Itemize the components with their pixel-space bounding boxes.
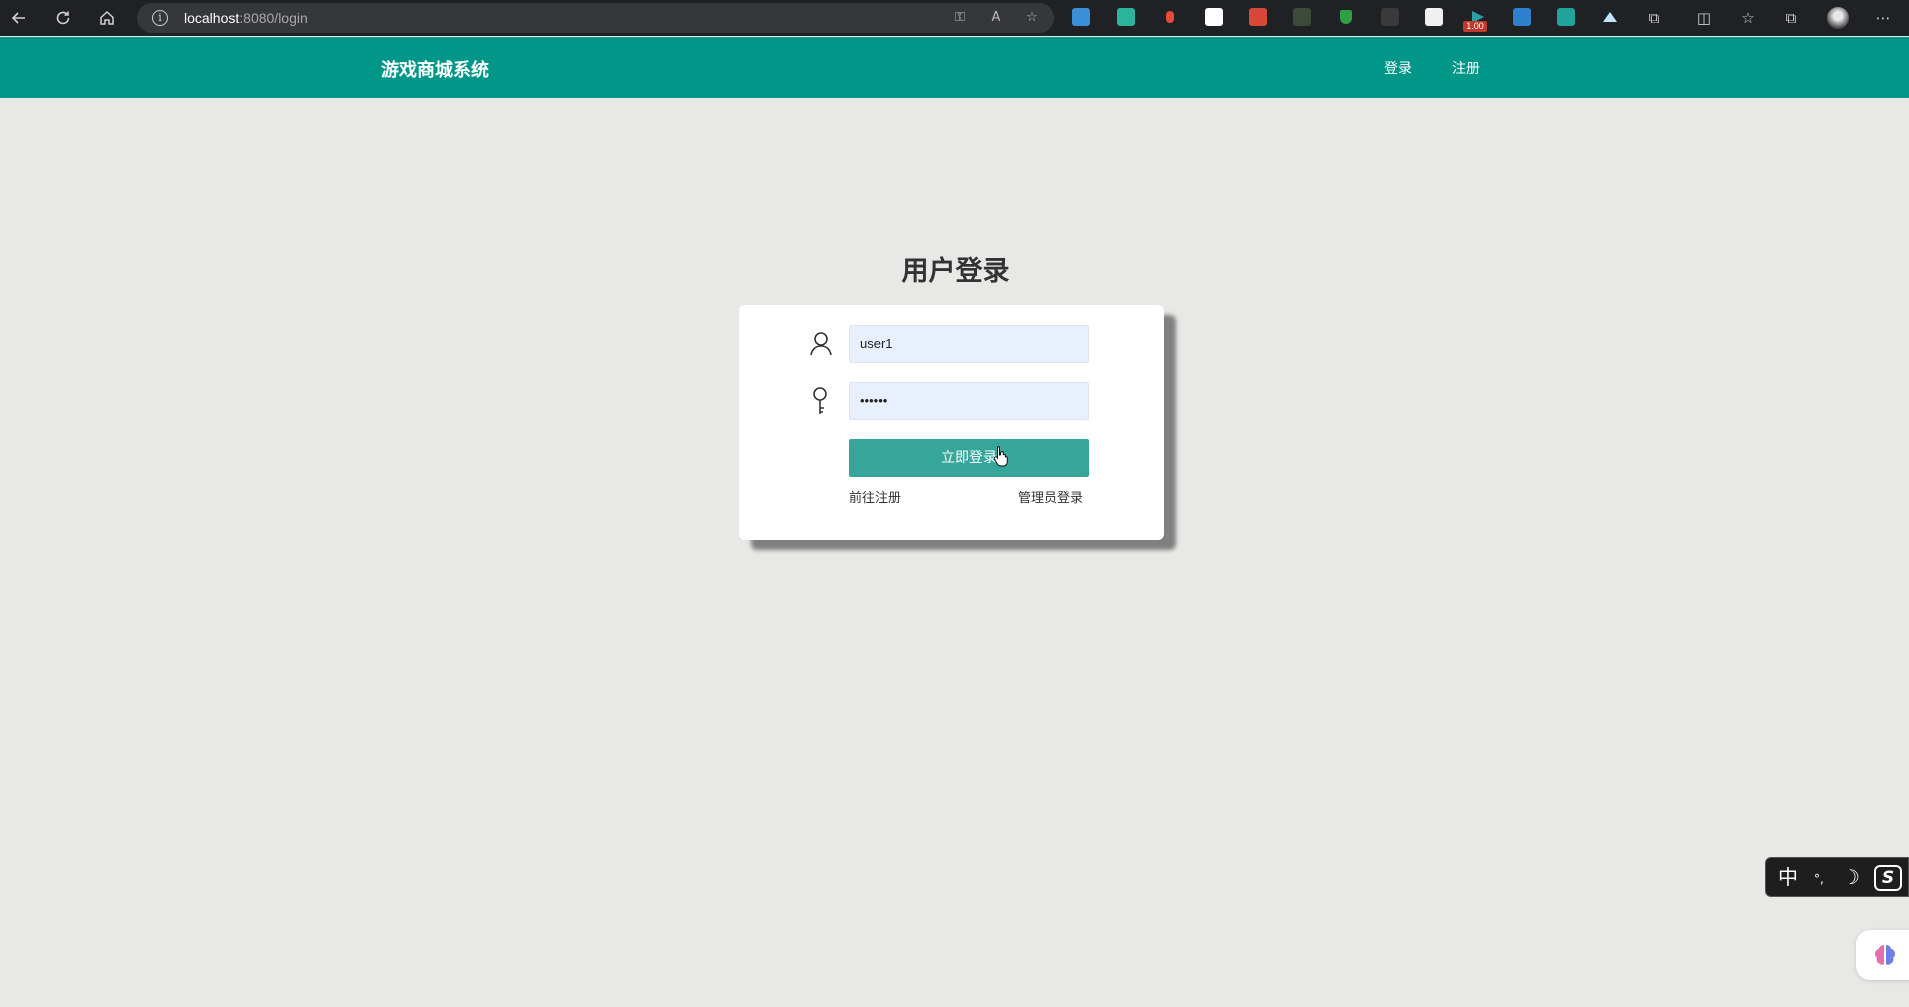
extensions-puzzle-icon[interactable]: ⧉: [1642, 6, 1666, 30]
browser-toolbar: i localhost:8080/login ⚿ A ☆ 1.00 ⧉ ◫ ☆ …: [0, 0, 1909, 36]
user-icon: [808, 330, 834, 360]
extension-shield-icon[interactable]: [1337, 8, 1355, 26]
favorite-star-icon[interactable]: ☆: [1022, 8, 1042, 28]
username-input[interactable]: user1: [849, 325, 1089, 363]
split-screen-icon[interactable]: ◫: [1692, 6, 1716, 30]
extension-pepper-icon[interactable]: [1161, 8, 1179, 26]
collections-icon[interactable]: ⧉: [1779, 6, 1803, 30]
login-card: user1 •••••• 立即登录 前往注册 管理员登录: [739, 305, 1164, 540]
extension-doc-icon[interactable]: [1293, 8, 1311, 26]
site-brand[interactable]: 游戏商城系统: [381, 56, 489, 82]
more-menu-icon[interactable]: ⋯: [1871, 6, 1895, 30]
extension-chart-icon[interactable]: [1513, 8, 1531, 26]
site-info-icon[interactable]: i: [152, 10, 168, 26]
extension-face-icon[interactable]: [1205, 8, 1223, 26]
hand-cursor-icon: [993, 445, 1009, 467]
ime-toolbar[interactable]: 中 °, ☽ S: [1765, 857, 1909, 897]
nav-register-link[interactable]: 注册: [1452, 58, 1480, 78]
back-icon[interactable]: [7, 6, 31, 30]
login-title: 用户登录: [901, 256, 1010, 287]
url-text[interactable]: localhost:8080/login: [184, 10, 308, 26]
extension-copy-icon[interactable]: [1381, 8, 1399, 26]
extension-mountain-icon[interactable]: [1601, 8, 1619, 26]
ime-punctuation-toggle[interactable]: °,: [1814, 868, 1824, 890]
login-submit-button[interactable]: 立即登录: [849, 439, 1089, 477]
assistant-brain-button[interactable]: [1856, 930, 1909, 980]
extension-discount-icon[interactable]: [1249, 8, 1267, 26]
home-icon[interactable]: [95, 6, 119, 30]
nav-login-link[interactable]: 登录: [1384, 58, 1412, 78]
brain-icon: [1875, 945, 1895, 965]
sogou-logo-icon[interactable]: S: [1874, 865, 1902, 891]
profile-avatar[interactable]: [1827, 7, 1849, 29]
password-input[interactable]: ••••••: [849, 382, 1089, 420]
register-link[interactable]: 前往注册: [849, 487, 901, 506]
extension-badge: 1.00: [1463, 21, 1487, 32]
app-header: 游戏商城系统 登录 注册: [0, 37, 1909, 98]
extension-clock-icon[interactable]: [1425, 8, 1443, 26]
moon-icon[interactable]: ☽: [1842, 866, 1860, 888]
admin-login-link[interactable]: 管理员登录: [1018, 487, 1083, 506]
favorites-icon[interactable]: ☆: [1736, 6, 1760, 30]
address-bar[interactable]: i localhost:8080/login ⚿ A ☆: [137, 3, 1054, 33]
extension-translate-icon[interactable]: [1557, 8, 1575, 26]
ime-language-toggle[interactable]: 中: [1778, 866, 1798, 888]
key-icon: [808, 386, 834, 416]
reload-icon[interactable]: [51, 6, 75, 30]
read-aloud-icon[interactable]: A: [986, 8, 1006, 28]
key-icon[interactable]: ⚿: [950, 8, 970, 28]
extension-refresh-icon[interactable]: [1117, 8, 1135, 26]
extension-image-icon[interactable]: [1072, 8, 1090, 26]
